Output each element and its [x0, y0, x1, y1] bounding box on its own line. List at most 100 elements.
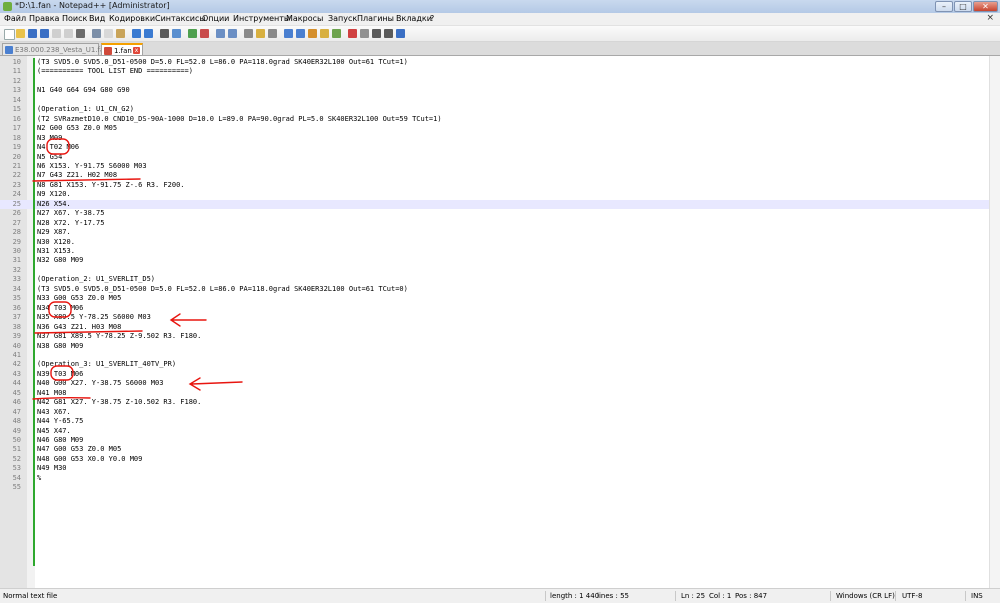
zoom-out-icon[interactable] [200, 29, 209, 38]
play-macro-icon[interactable] [372, 29, 381, 38]
line-text[interactable]: N28 X72. Y-17.75 [37, 219, 104, 228]
code-line[interactable]: 55 [0, 483, 990, 492]
code-line[interactable]: 16 (T2 SVRazmetD10.0 CND10_DS-90A-1000 D=… [0, 115, 990, 124]
menu-syntax[interactable]: Синтаксисы [155, 14, 206, 23]
code-line[interactable]: 32 [0, 266, 990, 275]
line-text[interactable]: % [37, 474, 41, 483]
menu-help[interactable]: ? [430, 14, 434, 23]
line-text[interactable]: (Operation_2: U1_SVERLIT_D5) [37, 275, 155, 284]
code-line[interactable]: 21 N6 X153. Y-91.75 S6000 M03 [0, 162, 990, 171]
indent-guide-icon[interactable] [268, 29, 277, 38]
record-macro-icon[interactable] [348, 29, 357, 38]
code-line[interactable]: 52 N48 G00 G53 X0.0 Y0.0 M09 [0, 455, 990, 464]
menu-tools[interactable]: Инструменты [233, 14, 290, 23]
line-text[interactable]: N34 T03 M06 [37, 304, 83, 313]
line-text[interactable]: N39 T03 M06 [37, 370, 83, 379]
close-tab-icon[interactable]: x [133, 47, 140, 54]
line-text[interactable]: N29 X87. [37, 228, 71, 237]
code-line[interactable]: 23 N8 G81 X153. Y-91.75 Z-.6 R3. F200. [0, 181, 990, 190]
code-line[interactable]: 19 N4 T02 M06 [0, 143, 990, 152]
line-text[interactable]: N32 G80 M09 [37, 256, 83, 265]
line-text[interactable]: N37 G81 X89.5 Y-78.25 Z-9.502 R3. F180. [37, 332, 201, 341]
code-line[interactable]: 29 N30 X120. [0, 238, 990, 247]
code-line[interactable]: 25 N26 X54. [0, 199, 990, 209]
line-text[interactable]: N44 Y-65.75 [37, 417, 83, 426]
code-line[interactable]: 46 N42 G81 X27. Y-38.75 Z-10.502 R3. F180… [0, 398, 990, 407]
save-macro-icon[interactable] [396, 29, 405, 38]
maximize-button[interactable]: □ [954, 1, 972, 12]
code-line[interactable]: 51 N47 G00 G53 Z0.0 M05 [0, 445, 990, 454]
encoding-status[interactable]: UTF-8 [902, 592, 922, 600]
line-text[interactable]: N9 X120. [37, 190, 71, 199]
eol-status[interactable]: Windows (CR LF) [836, 592, 895, 600]
zoom-in-icon[interactable] [188, 29, 197, 38]
code-line[interactable]: 37 N35 X89.5 Y-78.25 S6000 M03 [0, 313, 990, 322]
minimize-button[interactable]: – [935, 1, 953, 12]
line-text[interactable]: (Operation_3: U1_SVERLIT_40TV_PR) [37, 360, 176, 369]
code-line[interactable]: 26 N27 X67. Y-38.75 [0, 209, 990, 218]
code-line[interactable]: 54% [0, 474, 990, 483]
line-text[interactable]: N4 T02 M06 [37, 143, 79, 152]
menu-view[interactable]: Вид [89, 14, 105, 23]
line-text[interactable]: N33 G00 G53 Z0.0 M05 [37, 294, 121, 303]
code-line[interactable]: 38 N36 G43 Z21. H03 M08 [0, 323, 990, 332]
line-text[interactable]: (T3 SVD5.0 SVD5.0_D51-0500 D=5.0 FL=52.0… [37, 58, 408, 67]
cut-icon[interactable] [92, 29, 101, 38]
user-language-icon[interactable] [284, 29, 293, 38]
tab-1-fan[interactable]: 1.fan x [101, 43, 143, 55]
line-text[interactable]: N36 G43 Z21. H03 M08 [37, 323, 121, 332]
replace-icon[interactable] [172, 29, 181, 38]
code-line[interactable]: 44 N40 G00 X27. Y-38.75 S6000 M03 [0, 379, 990, 388]
line-text[interactable]: (T3 SVD5.0 SVD5.0_D51-0500 D=5.0 FL=52.0… [37, 285, 408, 294]
show-all-chars-icon[interactable] [256, 29, 265, 38]
close-window-button[interactable]: ✕ [973, 1, 998, 12]
menu-encoding[interactable]: Кодировки [109, 14, 155, 23]
menu-edit[interactable]: Правка [29, 14, 59, 23]
code-line[interactable]: 33 (Operation_2: U1_SVERLIT_D5) [0, 275, 990, 284]
line-text[interactable]: N5 G54 [37, 153, 62, 162]
code-line[interactable]: 39 N37 G81 X89.5 Y-78.25 Z-9.502 R3. F180… [0, 332, 990, 341]
line-text[interactable]: N35 X89.5 Y-78.25 S6000 M03 [37, 313, 151, 322]
doc-map-icon[interactable] [296, 29, 305, 38]
menu-run[interactable]: Запуск [328, 14, 357, 23]
code-line[interactable]: 17 N2 G00 G53 Z0.0 M05 [0, 124, 990, 133]
line-text[interactable]: N3 M09 [37, 134, 62, 143]
line-text[interactable]: N49 M30 [37, 464, 67, 473]
line-text[interactable]: N27 X67. Y-38.75 [37, 209, 104, 218]
sync-horizontal-icon[interactable] [228, 29, 237, 38]
line-text[interactable]: N43 X67. [37, 408, 71, 417]
code-line[interactable]: 49 N45 X47. [0, 427, 990, 436]
code-line[interactable]: 48 N44 Y-65.75 [0, 417, 990, 426]
menu-macros[interactable]: Макросы [286, 14, 323, 23]
line-text[interactable]: (T2 SVRazmetD10.0 CND10_DS-90A-1000 D=10… [37, 115, 442, 124]
code-line[interactable]: 30 N31 X153. [0, 247, 990, 256]
code-line[interactable]: 34 (T3 SVD5.0 SVD5.0_D51-0500 D=5.0 FL=52… [0, 285, 990, 294]
line-text[interactable]: N2 G00 G53 Z0.0 M05 [37, 124, 117, 133]
line-text[interactable]: N45 X47. [37, 427, 71, 436]
code-line[interactable]: 45 N41 M08 [0, 389, 990, 398]
code-line[interactable]: 13 N1 G40 G64 G94 G80 G90 [0, 86, 990, 95]
word-wrap-icon[interactable] [244, 29, 253, 38]
code-line[interactable]: 47 N43 X67. [0, 408, 990, 417]
monitoring-icon[interactable] [332, 29, 341, 38]
code-line[interactable]: 14 [0, 96, 990, 105]
line-text[interactable]: N31 X153. [37, 247, 75, 256]
close-icon[interactable] [52, 29, 61, 38]
code-line[interactable]: 42 (Operation_3: U1_SVERLIT_40TV_PR) [0, 360, 990, 369]
tab-e38-vesta[interactable]: E38.000.238_Vesta_U1.fan [2, 43, 109, 55]
folder-workspace-icon[interactable] [320, 29, 329, 38]
line-text[interactable]: N26 X54. [37, 200, 71, 209]
code-line[interactable]: 40 N38 G80 M09 [0, 342, 990, 351]
sync-vertical-icon[interactable] [216, 29, 225, 38]
line-text[interactable]: N1 G40 G64 G94 G80 G90 [37, 86, 130, 95]
code-line[interactable]: 22 N7 G43 Z21. H02 M08 [0, 171, 990, 180]
menu-file[interactable]: Файл [4, 14, 26, 23]
line-text[interactable]: (========== TOOL LIST END ==========) [37, 67, 193, 76]
code-line[interactable]: 27 N28 X72. Y-17.75 [0, 219, 990, 228]
paste-icon[interactable] [116, 29, 125, 38]
function-list-icon[interactable] [308, 29, 317, 38]
line-text[interactable]: N38 G80 M09 [37, 342, 83, 351]
vertical-scrollbar[interactable] [989, 56, 1000, 588]
code-line[interactable]: 50 N46 G80 M09 [0, 436, 990, 445]
code-line[interactable]: 18 N3 M09 [0, 134, 990, 143]
